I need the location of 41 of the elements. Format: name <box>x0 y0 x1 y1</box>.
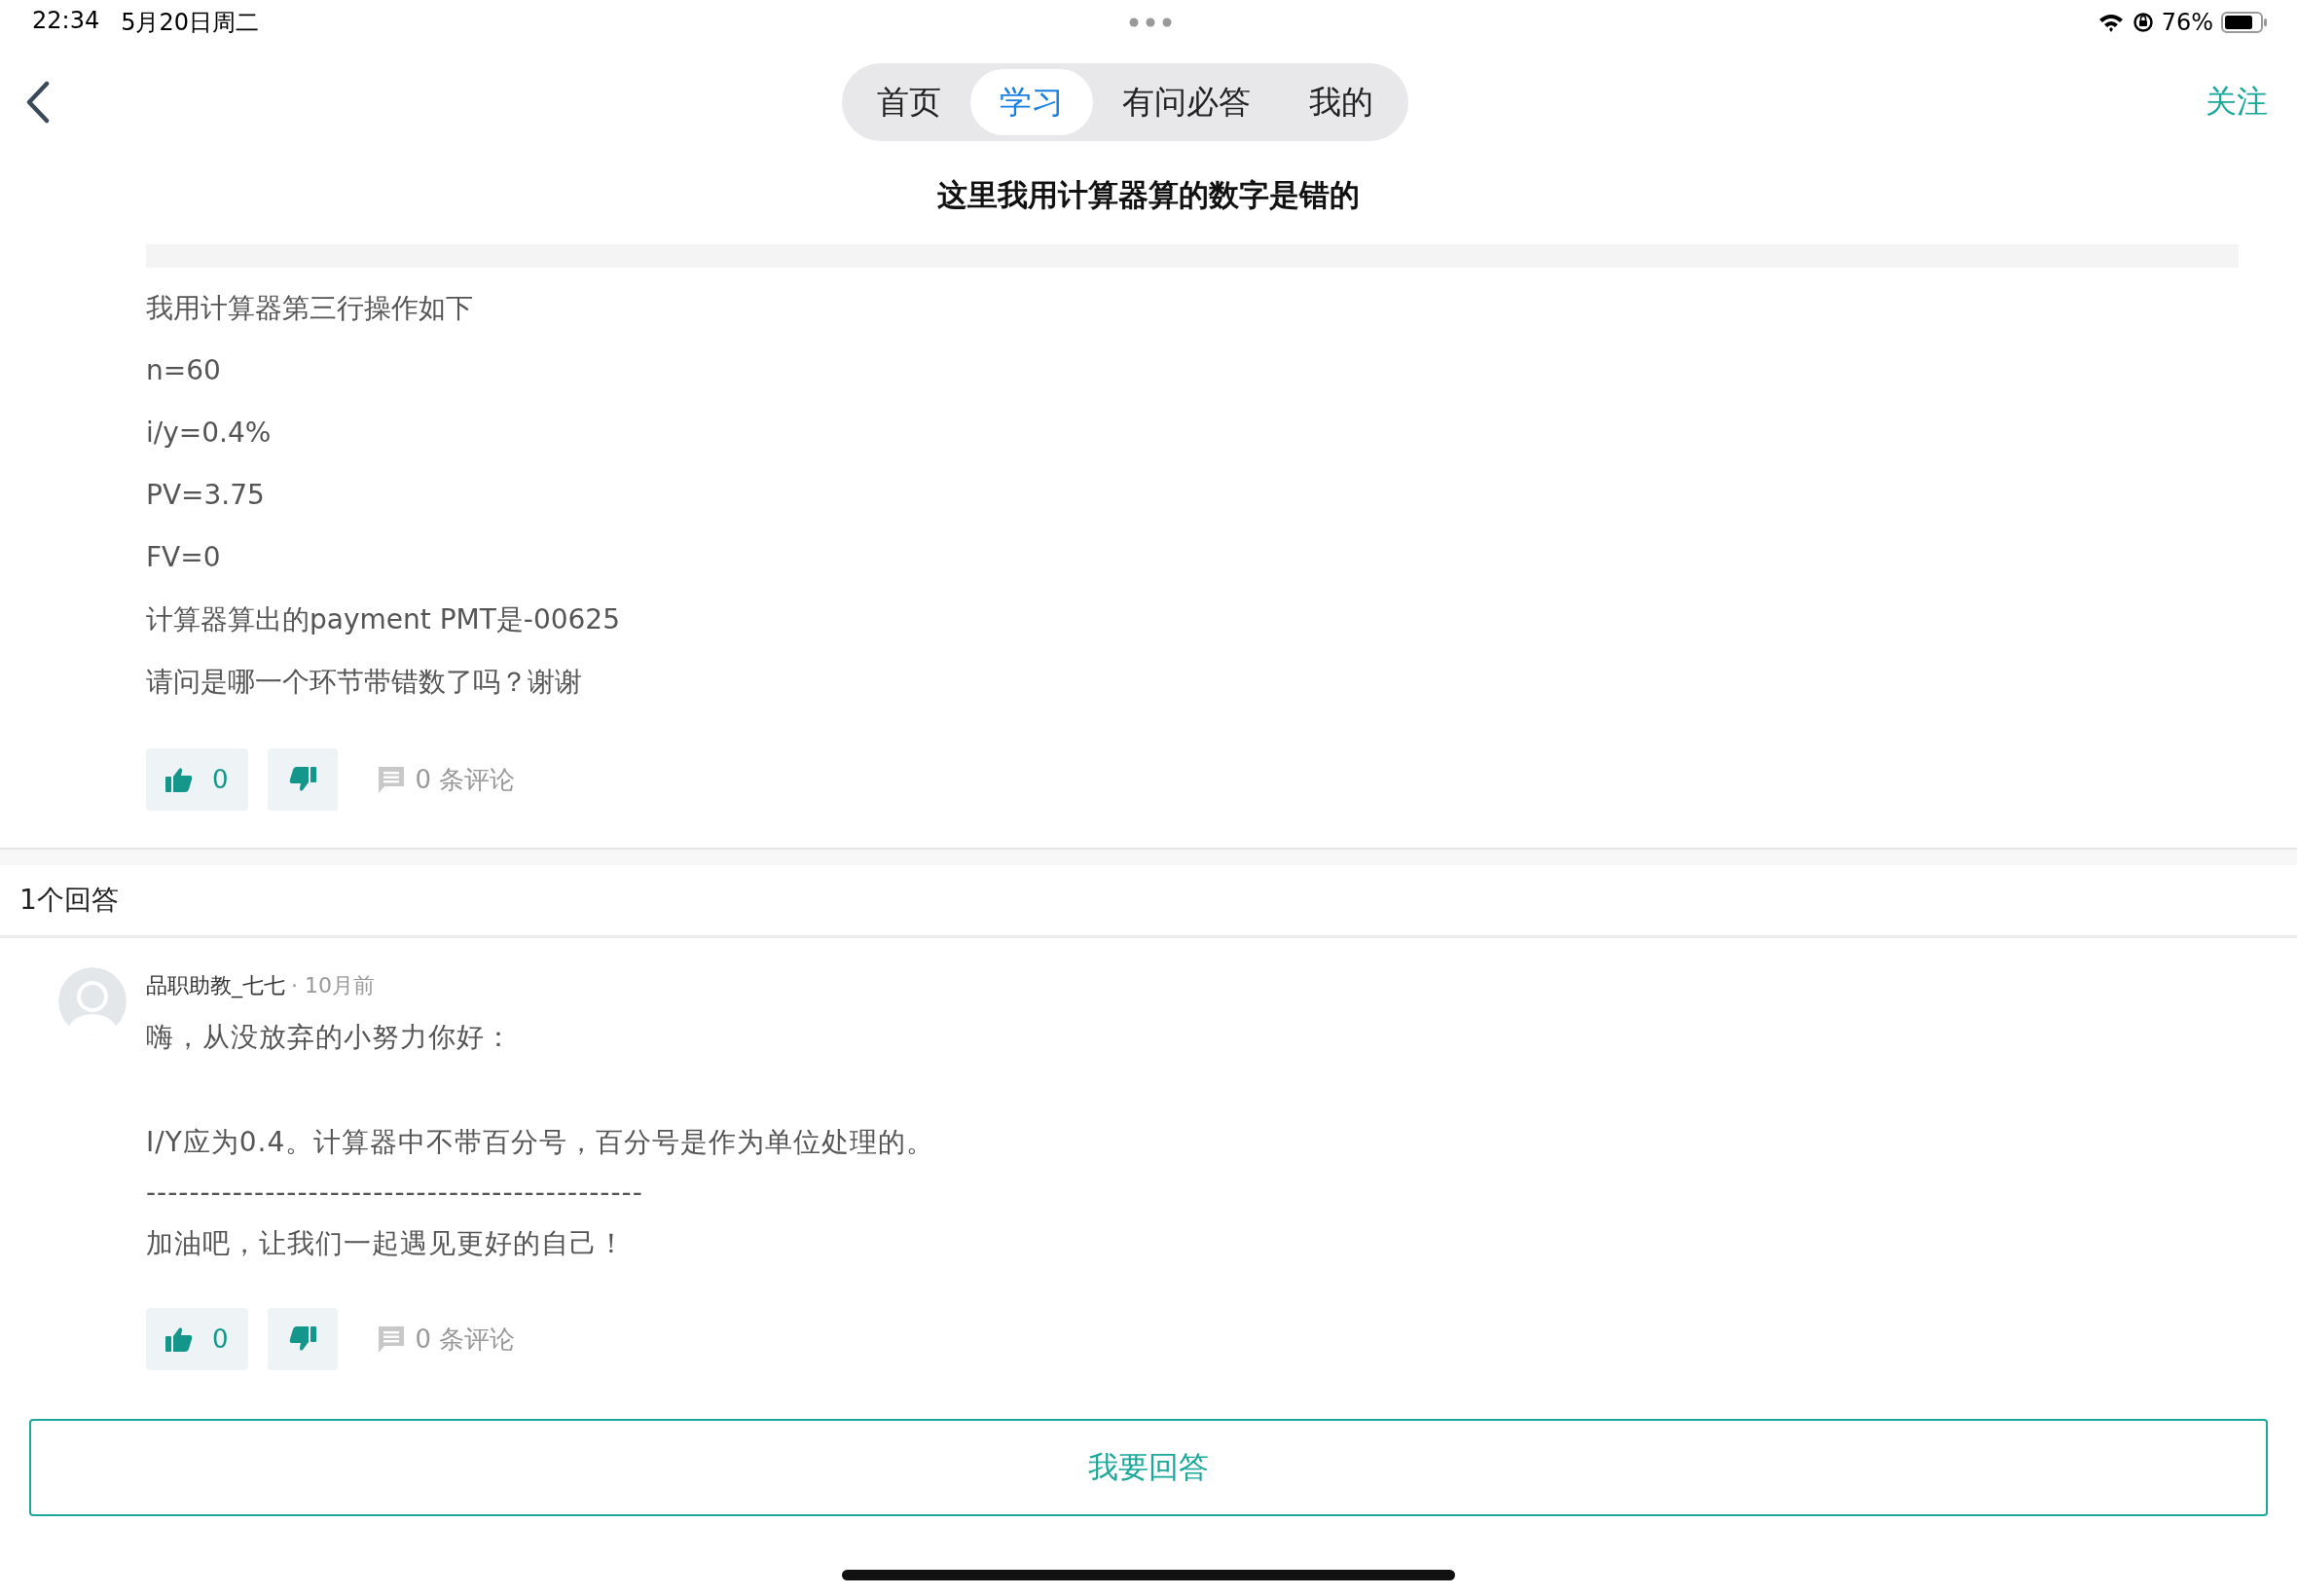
battery-percent: 76% <box>2161 9 2213 36</box>
nav-tab[interactable]: 我的 <box>1280 69 1403 135</box>
nav-tab[interactable]: 有问必答 <box>1093 69 1280 135</box>
answer-text: I/Y应为0.4。计算器中不带百分号，百分号是作为单位处理的。 <box>146 1125 935 1160</box>
answer-text: 加油吧，让我们一起遇见更好的自己！ <box>146 1226 627 1261</box>
like-button[interactable]: 0 <box>146 748 248 811</box>
question-text: n=60 <box>146 353 222 388</box>
avatar-icon <box>58 967 127 1035</box>
author-name[interactable]: 品职助教_七七 <box>146 973 285 998</box>
answer-text: 嗨，从没放弃的小努力你好： <box>146 1020 514 1055</box>
comment-count[interactable]: 0 条评论 <box>415 762 516 797</box>
answer-button[interactable]: 我要回答 <box>29 1419 2268 1516</box>
back-icon[interactable] <box>25 81 51 124</box>
answer-text: ---------------------------------------------- <box>146 1176 644 1211</box>
nav-tab[interactable]: 首页 <box>848 69 970 135</box>
question-title: 这里我用计算器算的数字是错的 <box>936 176 1361 214</box>
comment-count[interactable]: 0 条评论 <box>415 1322 516 1357</box>
like-button[interactable]: 0 <box>146 1308 248 1370</box>
thumbs-up-icon <box>165 1326 193 1352</box>
multitask-dots-icon[interactable] <box>1128 18 1172 27</box>
thumbs-up-icon <box>165 767 193 792</box>
question-text: PV=3.75 <box>146 478 266 513</box>
question-text: i/y=0.4% <box>146 416 273 451</box>
thumbs-down-icon <box>288 767 316 792</box>
comment-icon <box>376 1324 406 1354</box>
dislike-button[interactable] <box>267 1308 338 1370</box>
question-text: 计算器算出的payment PMT是-00625 <box>146 602 621 637</box>
status-date: 5月20日周二 <box>121 8 259 38</box>
question-text: 请问是哪一个环节带错数了吗？谢谢 <box>146 665 583 700</box>
orientation-lock-icon <box>2132 12 2154 33</box>
nav-tab[interactable]: 学习 <box>970 69 1093 135</box>
comment-icon <box>376 765 406 794</box>
question-text: FV=0 <box>146 540 222 575</box>
battery-icon <box>2221 12 2268 33</box>
answer-count: 1个回答 <box>0 865 2297 938</box>
dislike-button[interactable] <box>267 748 338 811</box>
thumbs-down-icon <box>288 1326 316 1352</box>
follow-button[interactable]: 关注 <box>2073 81 2268 124</box>
post-time: · 10月前 <box>291 973 375 998</box>
question-text: 我用计算器第三行操作如下 <box>146 291 474 326</box>
status-time: 22:34 <box>32 7 100 36</box>
